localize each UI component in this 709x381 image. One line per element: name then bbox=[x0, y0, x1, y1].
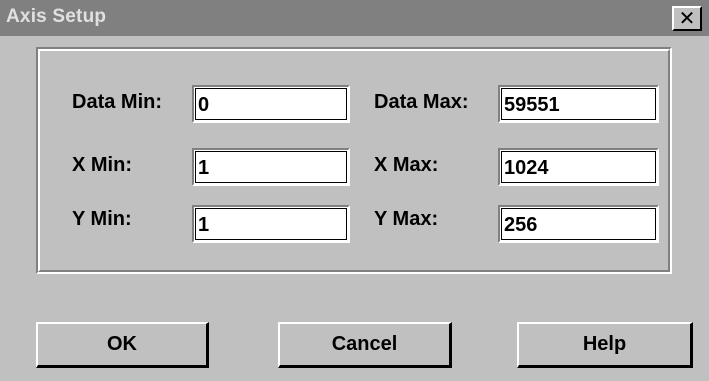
ok-button-label: OK bbox=[107, 333, 137, 355]
title-bar[interactable]: Axis Setup ✕ bbox=[0, 0, 709, 38]
data-min-label: Data Min: bbox=[72, 91, 162, 113]
x-min-label: X Min: bbox=[72, 154, 132, 176]
y-min-label: Y Min: bbox=[72, 208, 132, 230]
axis-setup-dialog: Axis Setup ✕ Data Min: Data Max: X Min: … bbox=[0, 0, 709, 381]
cancel-button-label: Cancel bbox=[331, 333, 398, 355]
cancel-button[interactable]: Cancel bbox=[278, 322, 452, 368]
close-icon: ✕ bbox=[678, 8, 696, 30]
x-max-label: X Max: bbox=[374, 154, 439, 176]
data-max-label: Data Max: bbox=[374, 91, 469, 113]
y-min-field[interactable] bbox=[192, 205, 350, 243]
dialog-title: Axis Setup bbox=[6, 6, 107, 27]
close-button[interactable]: ✕ bbox=[672, 6, 702, 31]
y-max-label: Y Max: bbox=[374, 208, 439, 230]
x-max-field[interactable] bbox=[498, 148, 659, 186]
help-button-label: Help bbox=[582, 333, 627, 355]
help-button[interactable]: Help bbox=[517, 322, 693, 368]
x-min-field[interactable] bbox=[192, 148, 350, 186]
ok-button[interactable]: OK bbox=[36, 322, 209, 368]
data-min-field[interactable] bbox=[192, 85, 350, 123]
data-max-field[interactable] bbox=[498, 85, 659, 123]
y-max-field[interactable] bbox=[498, 205, 659, 243]
